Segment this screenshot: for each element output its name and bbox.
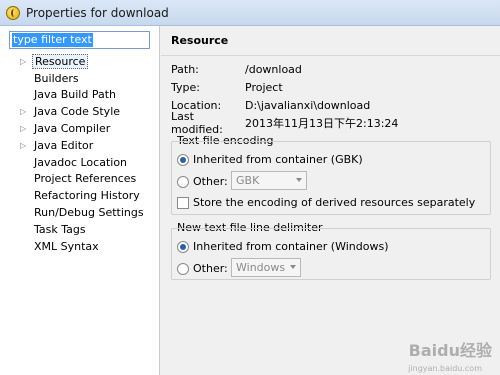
chevron-down-icon — [296, 178, 302, 182]
property-list: Path: /download Type: Project Location: … — [171, 60, 491, 137]
tree-item-label: Java Code Style — [34, 105, 121, 119]
prop-row-last-modified: Last modified: 2013年11月13日下午2:13:24 — [171, 110, 491, 136]
store-encoding-checkbox[interactable]: Store the encoding of derived resources … — [177, 196, 475, 209]
tree-item-label: Resource — [32, 53, 89, 69]
tree-item-label: XML Syntax — [34, 239, 99, 253]
filter-placeholder: type filter text — [12, 33, 93, 47]
watermark-url: jingyan.baidu.com — [408, 364, 482, 373]
store-encoding-label: Store the encoding of derived resources … — [193, 196, 476, 209]
left-panel: type filter text ▷ Resource Builders Java B… — [0, 26, 160, 375]
prop-value: /download — [245, 62, 302, 76]
delimiter-other-combo[interactable]: Windows — [231, 258, 301, 277]
chevron-down-icon — [290, 265, 296, 269]
prop-value: 2013年11月13日下午2:13:24 — [245, 117, 399, 130]
right-panel: Resource Path: /download Type: Project L… — [161, 26, 500, 375]
tree-item-label: Java Build Path — [34, 88, 117, 102]
tree-item-label: Javadoc Location — [34, 155, 128, 169]
radio-selected-icon — [177, 153, 189, 166]
tree-item-label: Project References — [34, 172, 137, 186]
tree-item[interactable]: Javadoc Location — [0, 154, 160, 171]
expand-arrow-icon[interactable]: ▷ — [20, 107, 32, 116]
filter-input[interactable]: type filter text — [9, 31, 150, 49]
encoding-combo-value: GBK — [236, 174, 260, 187]
tree-item-label: Java Compiler — [34, 122, 111, 136]
radio-unselected-icon — [177, 262, 189, 275]
delimiter-combo-value: Windows — [236, 261, 286, 274]
prop-row-type: Type: Project — [171, 78, 491, 96]
encoding-other-combo[interactable]: GBK — [231, 171, 307, 190]
tree-item[interactable]: XML Syntax — [0, 238, 160, 255]
page-title: Resource — [161, 26, 500, 56]
encoding-other-label: Other: — [193, 175, 228, 188]
expand-arrow-icon[interactable]: ▷ — [20, 57, 32, 66]
delimiter-other-radio[interactable]: Other: — [177, 262, 228, 275]
tree-item[interactable]: Builders — [0, 70, 160, 87]
checkbox-icon — [177, 196, 189, 209]
delimiter-inherited-radio[interactable]: Inherited from container (Windows) — [177, 240, 389, 253]
preference-tree: ▷ Resource Builders Java Build Path ▷ Java Co… — [0, 53, 160, 255]
encoding-inherited-label: Inherited from container (GBK) — [193, 153, 363, 166]
tree-item-label: Task Tags — [34, 222, 86, 236]
tree-item[interactable]: ▷ Java Compiler — [0, 120, 160, 137]
tree-item-label: Java Editor — [34, 138, 94, 152]
tree-item[interactable]: Java Build Path — [0, 87, 160, 104]
radio-selected-icon — [177, 240, 189, 253]
tree-item[interactable]: Task Tags — [0, 221, 160, 238]
tree-item[interactable]: Refactoring History — [0, 187, 160, 204]
tree-item-label: Run/Debug Settings — [34, 206, 144, 220]
expand-arrow-icon[interactable]: ▷ — [20, 124, 32, 133]
tree-item[interactable]: Run/Debug Settings — [0, 204, 160, 221]
prop-value: Project — [245, 80, 283, 94]
watermark-logo: Baidu经验 — [408, 341, 492, 360]
eclipse-app-icon — [6, 5, 20, 20]
prop-row-path: Path: /download — [171, 60, 491, 78]
title-bar: Properties for download — [0, 0, 500, 26]
prop-key: Type: — [171, 80, 200, 94]
tree-item-label: Builders — [34, 71, 79, 85]
delimiter-other-label: Other: — [193, 262, 228, 275]
radio-unselected-icon — [177, 175, 189, 188]
encoding-inherited-radio[interactable]: Inherited from container (GBK) — [177, 153, 363, 166]
tree-item[interactable]: ▷ Resource — [0, 53, 160, 70]
tree-item[interactable]: ▷ Java Editor — [0, 137, 160, 154]
delimiter-inherited-label: Inherited from container (Windows) — [193, 240, 389, 253]
tree-item[interactable]: ▷ Java Code Style — [0, 103, 160, 120]
prop-value: D:\javalianxi\download — [245, 98, 371, 112]
tree-item[interactable]: Project References — [0, 171, 160, 188]
prop-key: Last modified: — [171, 110, 223, 136]
window-title: Properties for download — [26, 5, 169, 20]
encoding-other-radio[interactable]: Other: — [177, 175, 228, 188]
prop-key: Path: — [171, 62, 199, 76]
expand-arrow-icon[interactable]: ▷ — [20, 141, 32, 150]
tree-item-label: Refactoring History — [34, 189, 140, 203]
